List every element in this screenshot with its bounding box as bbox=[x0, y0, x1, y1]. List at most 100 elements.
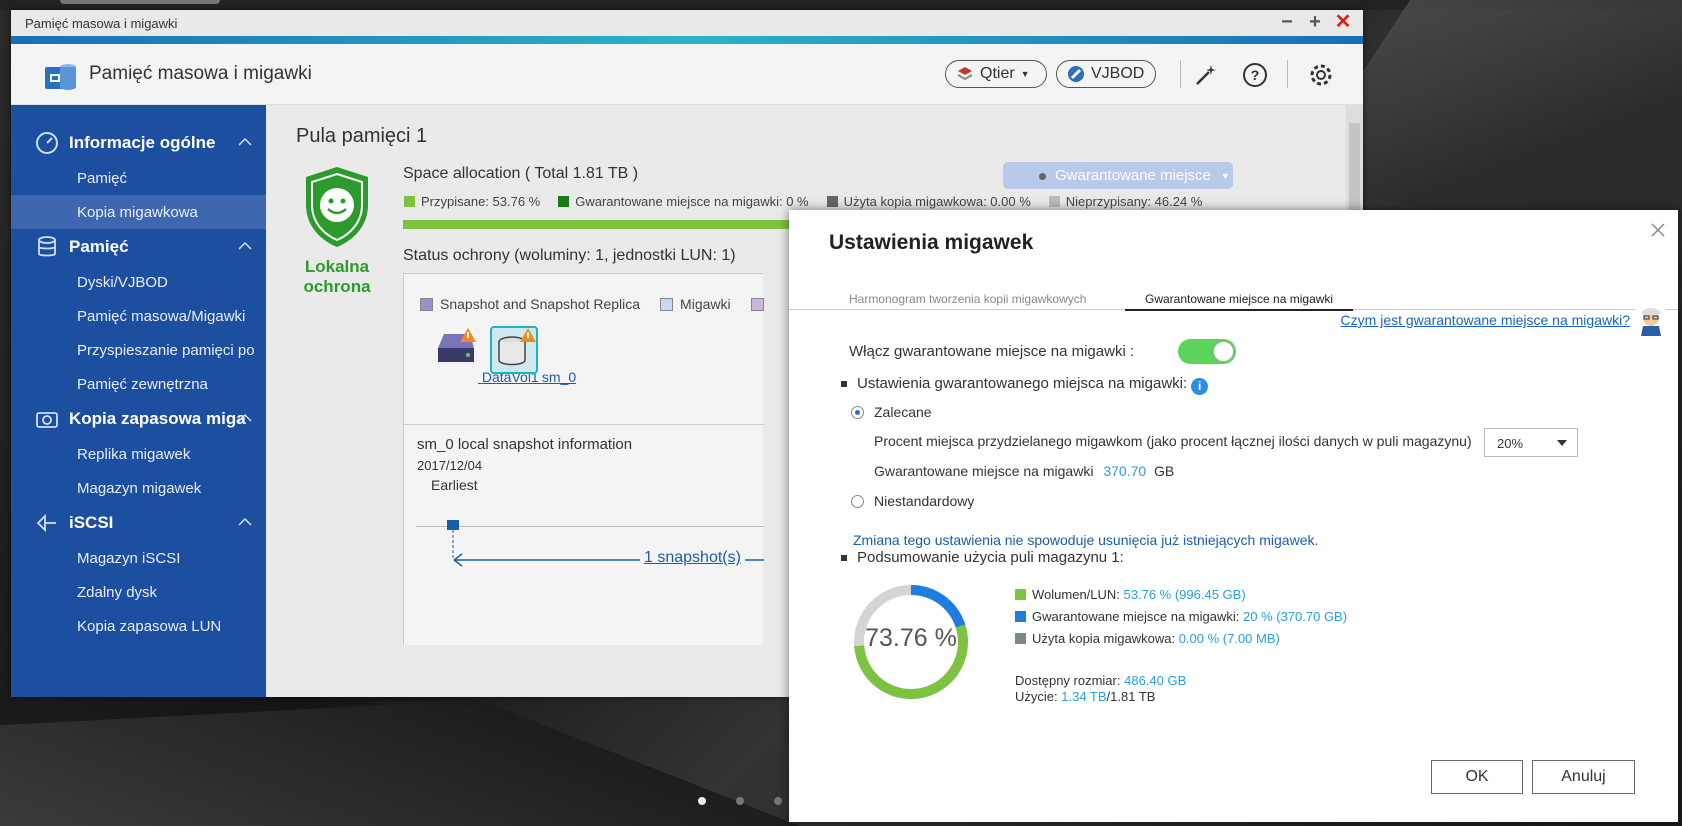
bullet bbox=[841, 381, 847, 387]
legend-swatch bbox=[1015, 633, 1026, 644]
vjbod-icon bbox=[1068, 66, 1084, 82]
available-value: 486.40 GB bbox=[1124, 673, 1187, 688]
chevron-down-icon: ▼ bbox=[1220, 170, 1230, 181]
sidebar: Informacje ogólne Pamięć Kopia migawkowa… bbox=[11, 105, 266, 697]
legend-swatch bbox=[750, 298, 764, 311]
legend-label: Wolumen/LUN: bbox=[1032, 587, 1120, 602]
sidebar-item-kopia-lun[interactable]: Kopia zapasowa LUN bbox=[11, 609, 266, 643]
legend-swatch bbox=[404, 196, 415, 207]
legend-swatch bbox=[1015, 611, 1026, 622]
tab-schedule[interactable]: Harmonogram tworzenia kopii migawkowych bbox=[849, 292, 1086, 310]
toggle-knob bbox=[1213, 341, 1234, 362]
sidebar-group-iscsi[interactable]: iSCSI bbox=[11, 505, 266, 541]
sidebar-group-label: iSCSI bbox=[69, 513, 114, 532]
cancel-button[interactable]: Anuluj bbox=[1532, 760, 1635, 794]
dialog-tabs: Harmonogram tworzenia kopii migawkowych … bbox=[789, 282, 1678, 311]
legend-used-snapshot: Użyta kopia migawkowa: 0.00 % (7.00 MB) bbox=[1015, 631, 1280, 646]
allocation-legend: Przypisane: 53.76 % Gwarantowane miejsce… bbox=[404, 194, 1202, 209]
percent-select[interactable]: 20% bbox=[1484, 428, 1578, 457]
percent-label: Procent miejsca przydzielanego migawkom … bbox=[874, 433, 1472, 449]
legend-swatch bbox=[558, 196, 570, 207]
sidebar-item-magazyn-migawek[interactable]: Magazyn migawek bbox=[11, 471, 266, 505]
sidebar-item-pamiec-zewnetrzna[interactable]: Pamięć zewnętrzna bbox=[11, 367, 266, 401]
sidebar-item-replika[interactable]: Replika migawek bbox=[11, 437, 266, 471]
protection-status-title: Status ochrony (woluminy: 1, jednostki L… bbox=[403, 247, 736, 264]
page-dot[interactable] bbox=[774, 797, 782, 805]
professor-avatar-icon[interactable] bbox=[1636, 306, 1666, 336]
percent-select-value: 20% bbox=[1497, 436, 1524, 451]
database-icon bbox=[38, 236, 56, 257]
storage-app-icon bbox=[45, 64, 76, 90]
guarantee-dropdown-button[interactable]: Gwarantowane miejsce ▼ bbox=[1003, 162, 1233, 189]
donut-percentage: 73.76 % bbox=[865, 624, 957, 652]
guaranteed-size-value: 370.70 bbox=[1103, 463, 1147, 479]
legend-item: Przypisane: 53.76 % bbox=[404, 194, 540, 209]
legend-swatch bbox=[660, 298, 674, 311]
snapshot-count-link[interactable]: 1 snapshot(s) bbox=[640, 549, 745, 567]
sidebar-item-kopia-migawkowa[interactable]: Kopia migawkowa bbox=[11, 195, 266, 229]
help-icon[interactable]: ? bbox=[1242, 62, 1268, 88]
sidebar-item-magazyn-iscsi[interactable]: Magazyn iSCSI bbox=[11, 541, 266, 575]
help-link[interactable]: Czym jest gwarantowane miejsce na migawk… bbox=[1341, 312, 1630, 328]
radio-custom[interactable] bbox=[851, 495, 864, 508]
sidebar-group-storage[interactable]: Pamięć bbox=[11, 229, 266, 265]
page-title: Pula pamięci 1 bbox=[296, 125, 428, 147]
enable-guarantee-label: Włącz gwarantowane miejsce na migawki : bbox=[849, 343, 1135, 360]
svg-text:?: ? bbox=[1251, 67, 1260, 83]
maximize-button[interactable]: + bbox=[1305, 12, 1325, 32]
gear-icon[interactable] bbox=[1308, 62, 1334, 88]
window-titlebar[interactable]: Pamięć masowa i migawki − + ✕ bbox=[11, 10, 1363, 36]
snapshot-earliest: Earliest bbox=[431, 477, 478, 493]
sidebar-item-zdalny-dysk[interactable]: Zdalny dysk bbox=[11, 575, 266, 609]
volume-sm0[interactable]: sm_0 bbox=[490, 326, 576, 385]
sidebar-item-pamiec[interactable]: Pamięć bbox=[11, 161, 266, 195]
space-allocation-title: Space allocation ( Total 1.81 TB ) bbox=[403, 165, 639, 182]
sidebar-group-backup[interactable]: Kopia zapasowa miga bbox=[11, 401, 266, 437]
info-icon[interactable]: i bbox=[1191, 378, 1209, 395]
sidebar-group-label: Kopia zapasowa miga bbox=[69, 409, 246, 428]
tab-guaranteed-space[interactable]: Gwarantowane miejsce na migawki bbox=[1125, 292, 1354, 311]
magic-wand-icon[interactable] bbox=[1193, 62, 1219, 88]
usage-used: 1.34 TB bbox=[1061, 689, 1107, 704]
legend-value: 0.00 % (7.00 MB) bbox=[1178, 631, 1280, 646]
radio-recommended[interactable] bbox=[851, 406, 864, 419]
divider bbox=[404, 424, 764, 425]
chevron-up-icon bbox=[238, 137, 252, 146]
guaranteed-size-label: Gwarantowane miejsce na migawki bbox=[874, 463, 1094, 479]
legend-volume: Wolumen/LUN: 53.76 % (996.45 GB) bbox=[1015, 587, 1246, 602]
close-button[interactable]: ✕ bbox=[1333, 12, 1353, 32]
custom-label: Niestandardowy bbox=[874, 493, 975, 509]
legend-item bbox=[750, 296, 771, 312]
close-icon[interactable] bbox=[1650, 222, 1666, 238]
sidebar-item-dyski[interactable]: Dyski/VJBOD bbox=[11, 265, 266, 299]
legend-label: Snapshot and Snapshot Replica bbox=[440, 296, 641, 312]
settings-heading-text: Ustawienia gwarantowanego miejsca na mig… bbox=[857, 375, 1188, 392]
taskbar-tab[interactable] bbox=[60, 0, 220, 4]
legend-value: 20 % (370.70 GB) bbox=[1243, 609, 1348, 624]
page-dot[interactable] bbox=[736, 797, 744, 805]
usage-size: Użycie: 1.34 TB/1.81 TB bbox=[1015, 689, 1155, 704]
chevron-down-icon: ▼ bbox=[1020, 69, 1030, 79]
available-size: Dostępny rozmiar: 486.40 GB bbox=[1015, 673, 1186, 688]
page-dots bbox=[698, 797, 782, 805]
page-dot[interactable] bbox=[698, 797, 706, 805]
volume-legend: Snapshot and Snapshot Replica Migawki bbox=[420, 296, 771, 312]
window-title: Pamięć masowa i migawki bbox=[25, 15, 178, 31]
minimize-button[interactable]: − bbox=[1277, 12, 1297, 32]
qtier-label: Qtier bbox=[980, 65, 1015, 82]
legend-swatch bbox=[420, 298, 433, 311]
volume-icon bbox=[438, 328, 476, 362]
vjbod-button[interactable]: VJBOD bbox=[1056, 60, 1156, 88]
qtier-button[interactable]: Qtier ▼ bbox=[945, 60, 1047, 88]
volumes-panel: Snapshot and Snapshot Replica Migawki Da… bbox=[403, 273, 764, 645]
legend-label: Użyta kopia migawkowa: bbox=[1032, 631, 1176, 646]
legend-item: Użyta kopia migawkowa: 0.00 % bbox=[826, 194, 1031, 209]
protection-status: Lokalna ochrona bbox=[303, 257, 371, 296]
legend-item: Snapshot and Snapshot Replica bbox=[420, 296, 640, 312]
legend-item: Migawki bbox=[660, 296, 731, 312]
sidebar-item-przyspieszanie[interactable]: Przyspieszanie pamięci po bbox=[11, 333, 266, 367]
sidebar-item-pamiec-masowa[interactable]: Pamięć masowa/Migawki bbox=[11, 299, 266, 333]
enable-guarantee-toggle[interactable] bbox=[1178, 339, 1236, 364]
sidebar-group-overview[interactable]: Informacje ogólne bbox=[11, 125, 266, 161]
ok-button[interactable]: OK bbox=[1431, 760, 1523, 794]
